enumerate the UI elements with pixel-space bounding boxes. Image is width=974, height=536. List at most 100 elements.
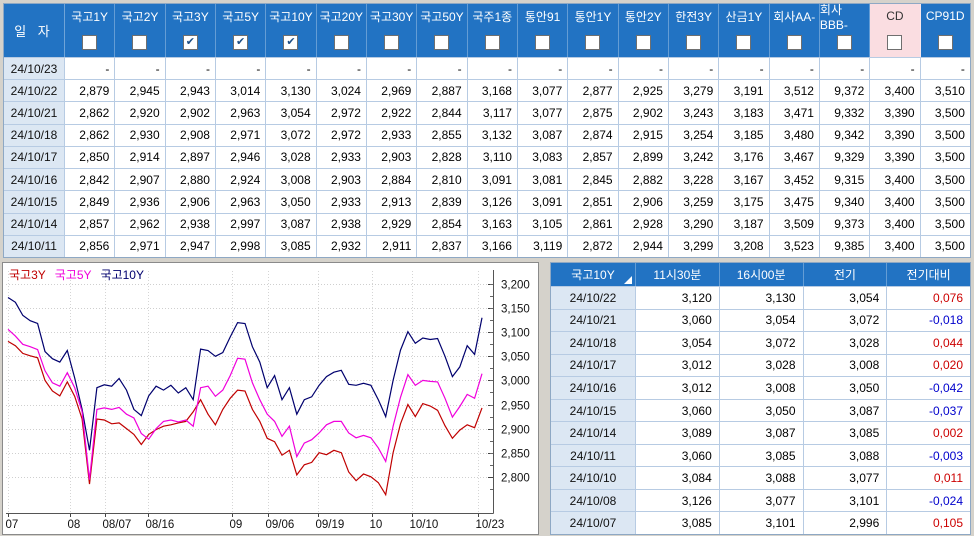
detail-date-cell: 24/10/15: [551, 399, 636, 422]
value-cell: 2,850: [65, 146, 116, 169]
value-cell: 3,091: [468, 169, 518, 191]
column-checkbox[interactable]: [333, 35, 349, 50]
value-cell: 2,972: [317, 102, 367, 124]
detail-value-cell: 3,088: [720, 467, 804, 489]
value-cell: 3,500: [934, 217, 965, 232]
column-checkbox[interactable]: [484, 35, 500, 50]
detail-value-cell: 2,996: [804, 512, 888, 535]
value-cell: 2,849: [65, 191, 116, 213]
column-checkbox[interactable]: [837, 35, 853, 50]
detail-change-cell: -0,042: [928, 380, 963, 395]
column-checkbox[interactable]: [635, 35, 651, 50]
detail-table-row: 24/10/22 3,120 3,130 3,054 0,076: [551, 286, 970, 309]
value-cell: 3,117: [468, 102, 518, 124]
value-cell: 2,936: [115, 191, 166, 213]
date-cell: 24/10/21: [4, 102, 65, 124]
value-cell: 2,875: [568, 102, 619, 124]
bond-yield-window: 일 자 국고1Y 국고2Y 국고3Y ✔ 국고5Y ✔ 국고10Y ✔ 국고20Y 국고30Y 국고5…: [0, 0, 974, 536]
column-checkbox[interactable]: [82, 35, 98, 50]
value-cell: 2,930: [115, 124, 166, 146]
column-header-통안1Y: 통안1Y: [568, 4, 619, 57]
column-header-회사BBB-: 회사BBB-: [820, 3, 871, 57]
detail-header-국고10Y[interactable]: 국고10Y: [551, 263, 636, 286]
column-checkbox[interactable]: [535, 35, 551, 50]
value-cell: 2,963: [216, 102, 267, 124]
value-cell: 3,091: [518, 191, 569, 213]
detail-value-cell: 3,085: [636, 512, 720, 535]
value-cell: -: [960, 61, 965, 76]
column-checkbox[interactable]: [585, 35, 601, 50]
value-cell: 3,480: [770, 124, 820, 146]
column-checkbox-checked[interactable]: ✔: [182, 35, 198, 50]
column-checkbox[interactable]: [132, 35, 148, 50]
column-header-산금1Y: 산금1Y: [719, 4, 770, 57]
detail-value-cell: 3,050: [804, 377, 888, 399]
column-checkbox[interactable]: [937, 35, 953, 50]
detail-value-cell: 3,012: [636, 354, 720, 377]
column-label: 통안1Y: [574, 9, 612, 24]
detail-header-16시00분[interactable]: 16시00분: [720, 263, 804, 286]
detail-date-cell: 24/10/22: [551, 287, 636, 309]
column-checkbox-checked[interactable]: ✔: [233, 35, 249, 50]
value-cell: 3,208: [719, 235, 770, 257]
value-cell: 2,945: [115, 80, 166, 102]
value-cell: 2,932: [317, 235, 367, 257]
column-checkbox[interactable]: [786, 35, 802, 50]
detail-change-cell: 0,076: [932, 290, 963, 305]
value-cell: 3,500: [934, 128, 965, 143]
column-label: 회사AA-: [773, 9, 816, 24]
value-cell: 3,163: [468, 213, 518, 235]
value-cell: 2,947: [166, 235, 216, 257]
detail-header-11시30분[interactable]: 11시30분: [636, 263, 720, 286]
x-axis-label: 10/10: [410, 519, 439, 531]
column-label: 통안91: [524, 9, 561, 24]
column-checkbox[interactable]: [736, 35, 752, 50]
value-cell: 3,523: [770, 235, 820, 257]
value-cell: 2,842: [65, 169, 116, 191]
detail-table-row: 24/10/21 3,060 3,054 3,072 -0,018: [551, 308, 970, 332]
value-cell: 3,400: [870, 213, 921, 235]
value-cell: 2,928: [619, 213, 669, 235]
detail-header-전기[interactable]: 전기: [804, 263, 888, 286]
value-cell: 3,475: [770, 191, 820, 213]
column-checkbox-checked[interactable]: ✔: [283, 35, 299, 50]
value-cell: 2,997: [216, 213, 267, 235]
detail-change-cell: -0,018: [928, 313, 963, 328]
value-cell: 2,903: [367, 146, 418, 169]
value-cell: 3,400: [870, 80, 921, 102]
column-checkbox[interactable]: [686, 35, 702, 50]
value-cell: 2,828: [417, 146, 468, 169]
column-checkbox[interactable]: [384, 35, 400, 50]
value-cell: 2,946: [216, 146, 267, 169]
sort-indicator-icon: [624, 276, 632, 284]
detail-header-전기대비[interactable]: 전기대비: [887, 263, 970, 286]
value-cell: 3,077: [518, 102, 569, 124]
value-cell: 3,083: [518, 146, 569, 169]
value-cell: 3,400: [870, 169, 921, 191]
series-line-국고3Y: [7, 340, 483, 497]
value-cell: 3,500: [934, 150, 965, 165]
detail-date-cell: 24/10/07: [551, 512, 636, 535]
value-cell: -: [115, 58, 166, 80]
value-cell: 2,913: [367, 191, 418, 213]
value-cell: 2,924: [216, 169, 267, 191]
value-cell: 3,130: [266, 80, 317, 102]
value-cell: 3,110: [468, 146, 518, 169]
value-cell: 2,911: [367, 235, 418, 257]
column-header-국고20Y: 국고20Y: [317, 4, 367, 57]
value-cell: 3,081: [518, 169, 569, 191]
detail-value-cell: 3,008: [804, 354, 888, 377]
table-row: 24/10/16 2,842 2,907 2,880 2,924 3,008 2,903 2,…: [4, 168, 970, 191]
column-checkbox-cell: [468, 28, 517, 57]
value-cell: 3,500: [934, 239, 965, 254]
column-checkbox[interactable]: [887, 35, 903, 50]
y-axis-label: 3,150: [501, 304, 530, 316]
column-label: 국고2Y: [121, 9, 159, 24]
detail-change-cell: 0,044: [932, 335, 963, 350]
value-cell: 3,500: [934, 194, 965, 209]
value-cell: 2,925: [619, 80, 669, 102]
column-checkbox[interactable]: [434, 35, 450, 50]
value-cell: -: [65, 58, 116, 80]
value-cell: 3,390: [870, 102, 921, 124]
series-line-국고5Y: [7, 328, 483, 480]
